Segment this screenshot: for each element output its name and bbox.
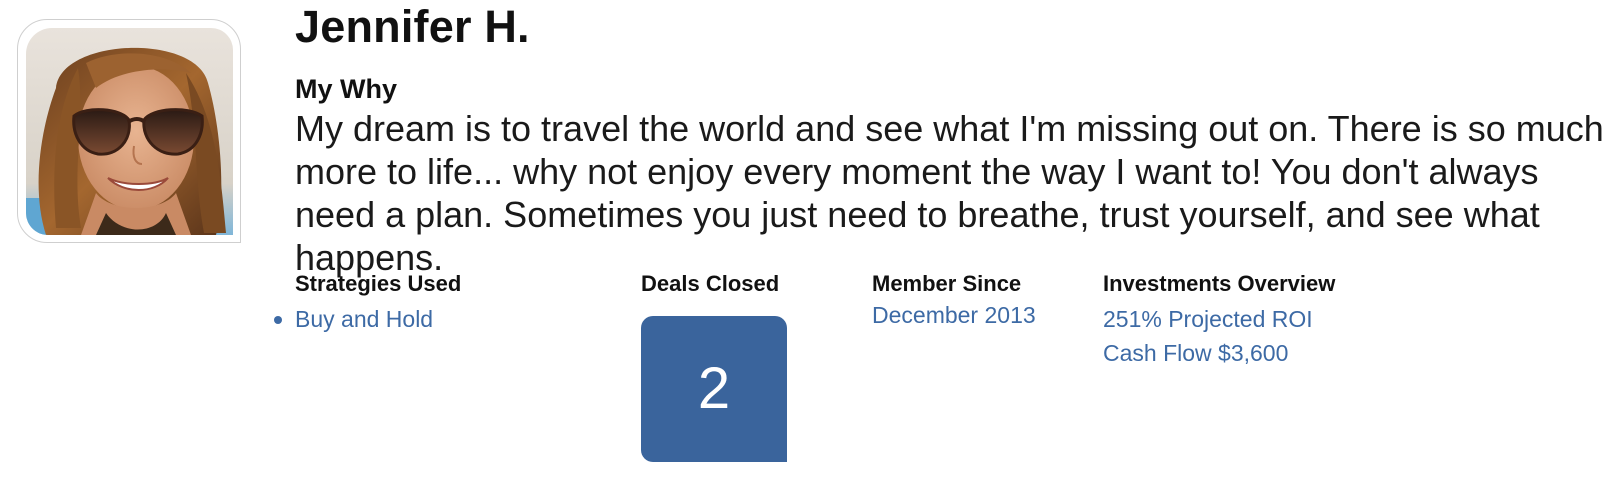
profile-card: Jennifer H. My Why My dream is to travel… <box>0 0 1622 478</box>
strategies-list: Buy and Hold <box>274 304 434 334</box>
projected-roi-link[interactable]: 251% Projected ROI <box>1103 304 1313 334</box>
investments-overview-label: Investments Overview <box>1103 271 1336 296</box>
cash-flow-link[interactable]: Cash Flow $3,600 <box>1103 338 1288 368</box>
deals-closed-badge: 2 <box>641 316 787 462</box>
strategy-item[interactable]: Buy and Hold <box>274 304 434 334</box>
strategy-item-label: Buy and Hold <box>295 306 434 332</box>
member-since-value: December 2013 <box>872 302 1036 328</box>
strategies-label: Strategies Used <box>295 271 462 296</box>
bullet-icon <box>274 316 282 324</box>
profile-name: Jennifer H. <box>295 1 530 52</box>
member-since-label: Member Since <box>872 271 1022 296</box>
my-why-text: My dream is to travel the world and see … <box>295 108 1604 278</box>
deals-closed-count: 2 <box>697 356 731 421</box>
my-why-heading: My Why <box>295 74 398 104</box>
avatar-photo <box>26 28 233 235</box>
deals-closed-label: Deals Closed <box>641 271 780 296</box>
avatar <box>17 19 241 243</box>
